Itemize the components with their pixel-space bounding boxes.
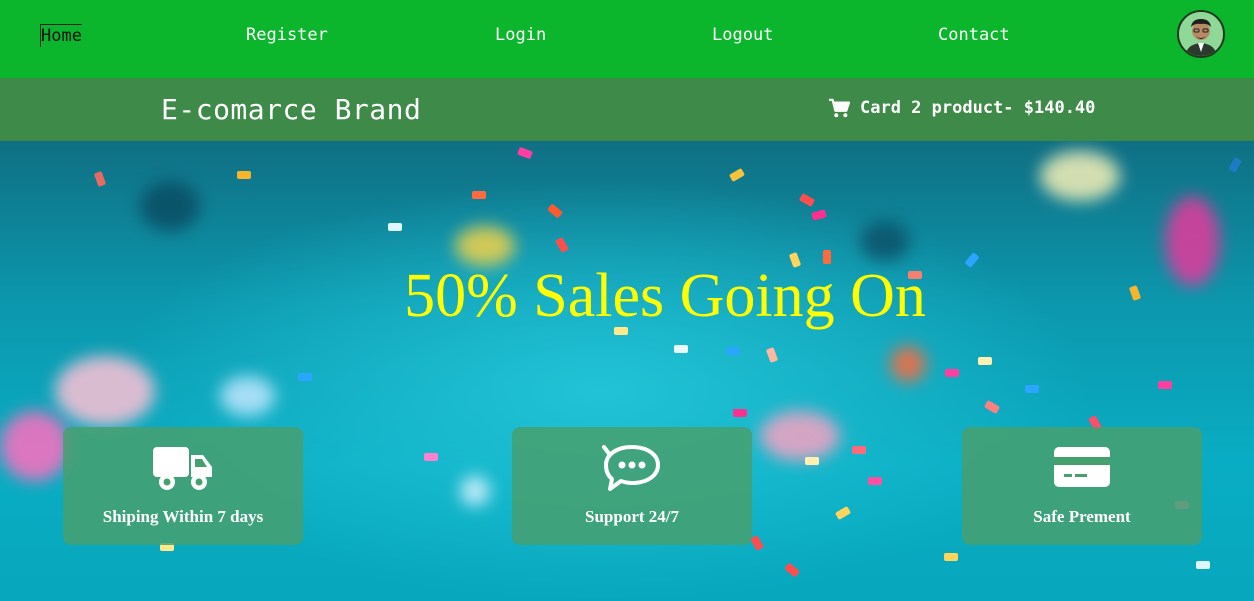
confetti-piece <box>805 457 819 465</box>
confetti-piece <box>93 171 107 187</box>
chat-icon <box>602 445 660 491</box>
confetti-piece <box>834 506 852 520</box>
feature-label: Support 24/7 <box>585 507 679 526</box>
confetti-blob <box>55 356 155 426</box>
confetti-piece <box>945 369 959 377</box>
confetti-piece <box>517 146 533 160</box>
confetti-blob <box>890 346 926 382</box>
confetti-piece <box>944 553 958 561</box>
confetti-piece <box>983 400 1001 414</box>
confetti-piece <box>733 409 747 417</box>
confetti-blob <box>860 221 910 261</box>
user-avatar[interactable] <box>1177 10 1225 58</box>
confetti-piece <box>811 209 827 221</box>
nav-contact-link[interactable]: Contact <box>938 24 1010 46</box>
brand-title[interactable]: E-comarce Brand <box>161 93 421 126</box>
sale-headline: 50% Sales Going On <box>404 262 926 330</box>
confetti-piece <box>1196 561 1210 569</box>
confetti-piece <box>750 534 764 552</box>
confetti-piece <box>388 223 402 231</box>
confetti-piece <box>868 477 882 485</box>
confetti-piece <box>472 191 486 199</box>
feature-label: Safe Prement <box>1033 507 1131 526</box>
cart-summary[interactable]: Card 2 product- $140.40 <box>828 98 1095 118</box>
confetti-piece <box>1228 156 1242 174</box>
confetti-blob <box>140 181 200 231</box>
confetti-piece <box>978 357 992 365</box>
feature-card-support: Support 24/7 <box>512 427 752 545</box>
confetti-piece <box>852 446 866 454</box>
confetti-piece <box>798 193 816 207</box>
confetti-piece <box>765 347 779 363</box>
cart-text: Card 2 product- $140.40 <box>860 98 1096 118</box>
brand-bar: E-comarce Brand Card 2 product- $140.40 <box>0 78 1254 141</box>
confetti-piece <box>728 168 746 182</box>
nav-home-link[interactable]: Home <box>40 24 82 47</box>
feature-label: Shiping Within 7 days <box>102 507 264 526</box>
credit-card-icon <box>1054 447 1110 487</box>
confetti-piece <box>674 345 688 353</box>
nav-login-link[interactable]: Login <box>495 24 546 46</box>
confetti-piece <box>424 453 438 461</box>
truck-icon <box>153 447 212 490</box>
confetti-blob <box>1040 151 1120 201</box>
confetti-blob <box>760 411 840 461</box>
nav-logout-link[interactable]: Logout <box>712 24 773 46</box>
confetti-blob <box>0 411 70 481</box>
avatar-icon <box>1179 12 1223 56</box>
hero-banner: 50% Sales Going On Shiping Within 7 days… <box>0 141 1254 601</box>
feature-card-payment: Safe Prement <box>962 427 1202 545</box>
feature-card-shipping: Shiping Within 7 days <box>63 427 303 545</box>
confetti-piece <box>726 347 740 355</box>
confetti-piece <box>237 171 251 179</box>
confetti-blob <box>220 376 275 416</box>
confetti-piece <box>1025 385 1039 393</box>
top-navbar: Home Register Login Logout Contact <box>0 0 1254 78</box>
nav-register-link[interactable]: Register <box>246 24 328 46</box>
confetti-piece <box>547 203 563 219</box>
confetti-piece <box>555 236 569 254</box>
confetti-blob <box>455 226 515 266</box>
confetti-piece <box>784 562 800 578</box>
cart-icon <box>829 98 850 118</box>
confetti-piece <box>298 373 312 381</box>
confetti-piece <box>1158 381 1172 389</box>
confetti-blob <box>460 476 490 506</box>
